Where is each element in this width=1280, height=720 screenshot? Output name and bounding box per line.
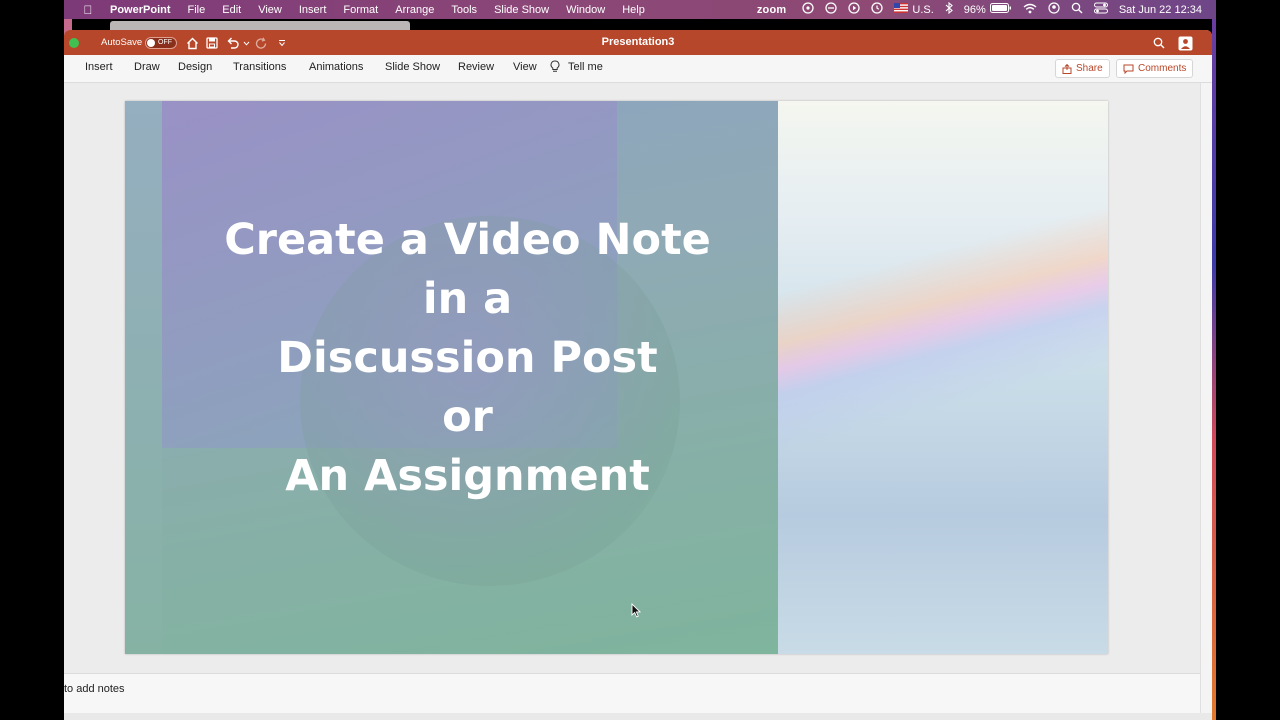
- desktop-wallpaper-right: [1212, 19, 1216, 720]
- ribbon-tab-bar: Insert Draw Design Transitions Animation…: [64, 55, 1212, 83]
- tab-design[interactable]: Design: [178, 61, 212, 73]
- menu-view[interactable]: View: [258, 4, 282, 16]
- menu-edit[interactable]: Edit: [222, 4, 241, 16]
- menu-window[interactable]: Window: [566, 4, 605, 16]
- time-machine-icon[interactable]: [871, 2, 884, 17]
- slide-title-line: An Assignment: [285, 451, 650, 501]
- tell-me-search[interactable]: Tell me: [568, 61, 603, 73]
- slide-title-line: Create a Video Note: [224, 215, 711, 265]
- mac-menu-bar:  PowerPoint File Edit View Insert Forma…: [64, 0, 1216, 19]
- menu-help[interactable]: Help: [622, 4, 645, 16]
- bluetooth-icon[interactable]: [945, 1, 953, 17]
- menu-bar-status-area: zoom U.S. 96% Sat Jun 22 12:34: [757, 0, 1216, 19]
- menu-format[interactable]: Format: [343, 4, 378, 16]
- comments-button[interactable]: Comments: [1116, 59, 1194, 78]
- us-flag-icon[interactable]: [894, 3, 909, 16]
- do-not-disturb-icon[interactable]: [825, 2, 838, 17]
- share-button[interactable]: Share: [1055, 59, 1110, 78]
- battery-icon[interactable]: [989, 3, 1012, 16]
- tab-review[interactable]: Review: [458, 61, 494, 73]
- account-icon[interactable]: [1178, 35, 1193, 51]
- menu-bar-clock[interactable]: Sat Jun 22 12:34: [1119, 4, 1202, 16]
- search-icon[interactable]: [1153, 35, 1165, 51]
- battery-percent[interactable]: 96%: [964, 4, 986, 16]
- control-center-icon[interactable]: [1093, 2, 1108, 17]
- status-bar: [64, 713, 1212, 720]
- tab-slide-show[interactable]: Slide Show: [385, 61, 440, 73]
- apple-icon[interactable]: : [78, 3, 98, 17]
- mouse-pointer-icon: [631, 602, 642, 623]
- tab-draw[interactable]: Draw: [134, 61, 160, 73]
- tab-insert[interactable]: Insert: [85, 61, 113, 73]
- slide-editing-canvas[interactable]: Create a Video Note in a Discussion Post…: [64, 83, 1200, 673]
- wifi-icon[interactable]: [1023, 3, 1037, 17]
- input-source-label[interactable]: U.S.: [912, 4, 933, 16]
- menu-arrange[interactable]: Arrange: [395, 4, 434, 16]
- screen:  PowerPoint File Edit View Insert Forma…: [0, 0, 1280, 720]
- tab-view[interactable]: View: [513, 61, 537, 73]
- menu-slide-show[interactable]: Slide Show: [494, 4, 549, 16]
- menu-app-name[interactable]: PowerPoint: [110, 4, 171, 16]
- slide-title[interactable]: Create a Video Note in a Discussion Post…: [165, 211, 770, 506]
- slide[interactable]: Create a Video Note in a Discussion Post…: [125, 101, 1108, 654]
- slide-title-line: Discussion Post: [277, 333, 658, 383]
- tab-transitions[interactable]: Transitions: [233, 61, 286, 73]
- play-icon[interactable]: [848, 2, 861, 17]
- slide-title-line: or: [442, 392, 493, 442]
- menu-file[interactable]: File: [188, 4, 206, 16]
- comment-icon: [1123, 64, 1134, 74]
- comments-label: Comments: [1138, 63, 1187, 74]
- menu-insert[interactable]: Insert: [299, 4, 327, 16]
- window-title-bar: AutoSave OFF Presentation3: [64, 30, 1212, 55]
- notes-pane[interactable]: to add notes: [64, 673, 1200, 715]
- user-icon[interactable]: [1048, 2, 1060, 17]
- document-title: Presentation3: [601, 36, 675, 48]
- tab-animations[interactable]: Animations: [309, 61, 363, 73]
- slide-title-line: in a: [422, 274, 513, 324]
- sync-icon[interactable]: [802, 2, 815, 17]
- share-icon: [1062, 63, 1072, 74]
- slide-holographic-image[interactable]: [778, 101, 1108, 654]
- slide-left-strip: [125, 101, 162, 654]
- notes-placeholder: to add notes: [64, 683, 125, 695]
- spotlight-search-icon[interactable]: [1071, 2, 1083, 17]
- zoom-status-item[interactable]: zoom: [757, 4, 787, 16]
- vertical-scrollbar[interactable]: [1200, 83, 1212, 720]
- share-label: Share: [1076, 63, 1103, 74]
- lightbulb-icon[interactable]: [550, 60, 560, 76]
- menu-tools[interactable]: Tools: [451, 4, 477, 16]
